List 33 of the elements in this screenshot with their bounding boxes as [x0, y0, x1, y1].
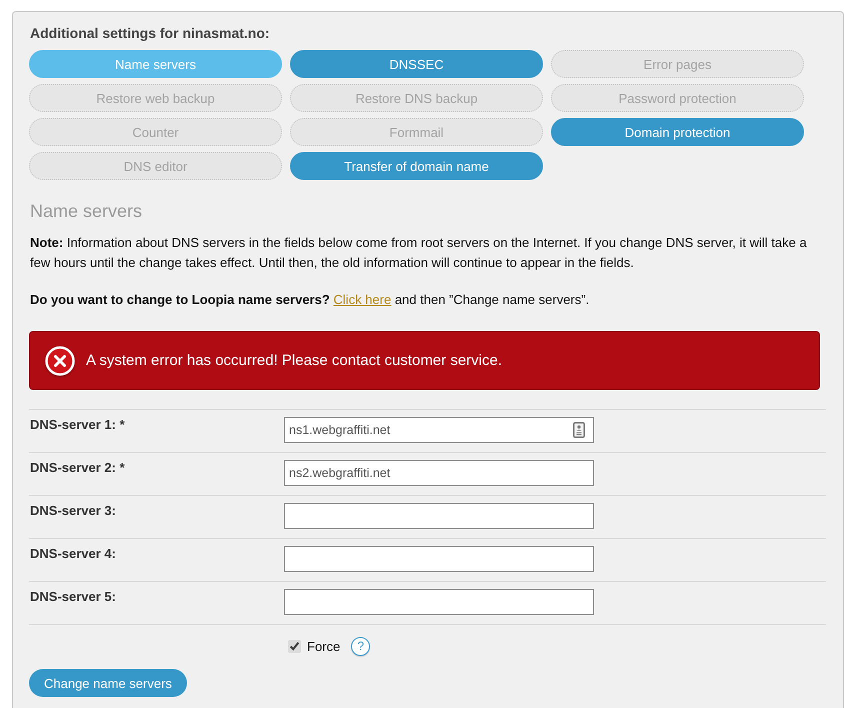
settings-tab: Password protection — [551, 84, 804, 112]
input-field[interactable]: ns1.webgraffiti.net — [284, 417, 594, 443]
settings-tab: DNS editor — [29, 152, 282, 180]
change-name-servers-button[interactable]: Change name servers — [29, 669, 187, 697]
field-label: DNS-server 1: * — [29, 417, 126, 433]
section-heading: Name servers — [30, 200, 142, 222]
panel-title: Additional settings for ninasmat.no: — [30, 24, 270, 42]
field-label: DNS-server 2: * — [29, 460, 126, 476]
contact-card-icon[interactable] — [573, 422, 585, 438]
force-label: Force — [307, 638, 340, 654]
field-label: DNS-server 3: — [29, 503, 117, 519]
field-label: DNS-server 5: — [29, 589, 117, 605]
input-field[interactable] — [284, 546, 594, 572]
input-field[interactable] — [284, 589, 594, 615]
settings-tab[interactable]: Transfer of domain name — [290, 152, 543, 180]
settings-tab[interactable]: Domain protection — [551, 118, 804, 146]
settings-tab[interactable]: DNSSEC — [290, 50, 543, 78]
note-text: Note: Information about DNS servers in the fields below come from root servers on the Internet. If you change DNS server, it will take a few hours until the change takes effect. Until then, the old information will continue to appear in the fields. — [30, 234, 808, 272]
settings-tab: Error pages — [551, 50, 804, 78]
settings-tab: Counter — [29, 118, 282, 146]
click-here-link[interactable]: Click here — [333, 292, 392, 307]
field-label: DNS-server 4: — [29, 546, 117, 562]
input-field[interactable]: ns2.webgraffiti.net — [284, 460, 594, 486]
question-text: Do you want to change to Loopia name servers? Click here and then ”Change name servers”. — [30, 291, 590, 309]
settings-tab: Restore DNS backup — [290, 84, 543, 112]
error-icon — [45, 346, 75, 376]
help-icon[interactable]: ? — [351, 637, 370, 656]
settings-tab: Restore web backup — [29, 84, 282, 112]
settings-tab[interactable]: Name servers — [29, 50, 282, 78]
force-checkbox[interactable] — [288, 640, 301, 653]
error-message: A system error has occurred! Please contact customer service. — [86, 352, 502, 370]
input-field[interactable] — [284, 503, 594, 529]
settings-tab: Formmail — [290, 118, 543, 146]
